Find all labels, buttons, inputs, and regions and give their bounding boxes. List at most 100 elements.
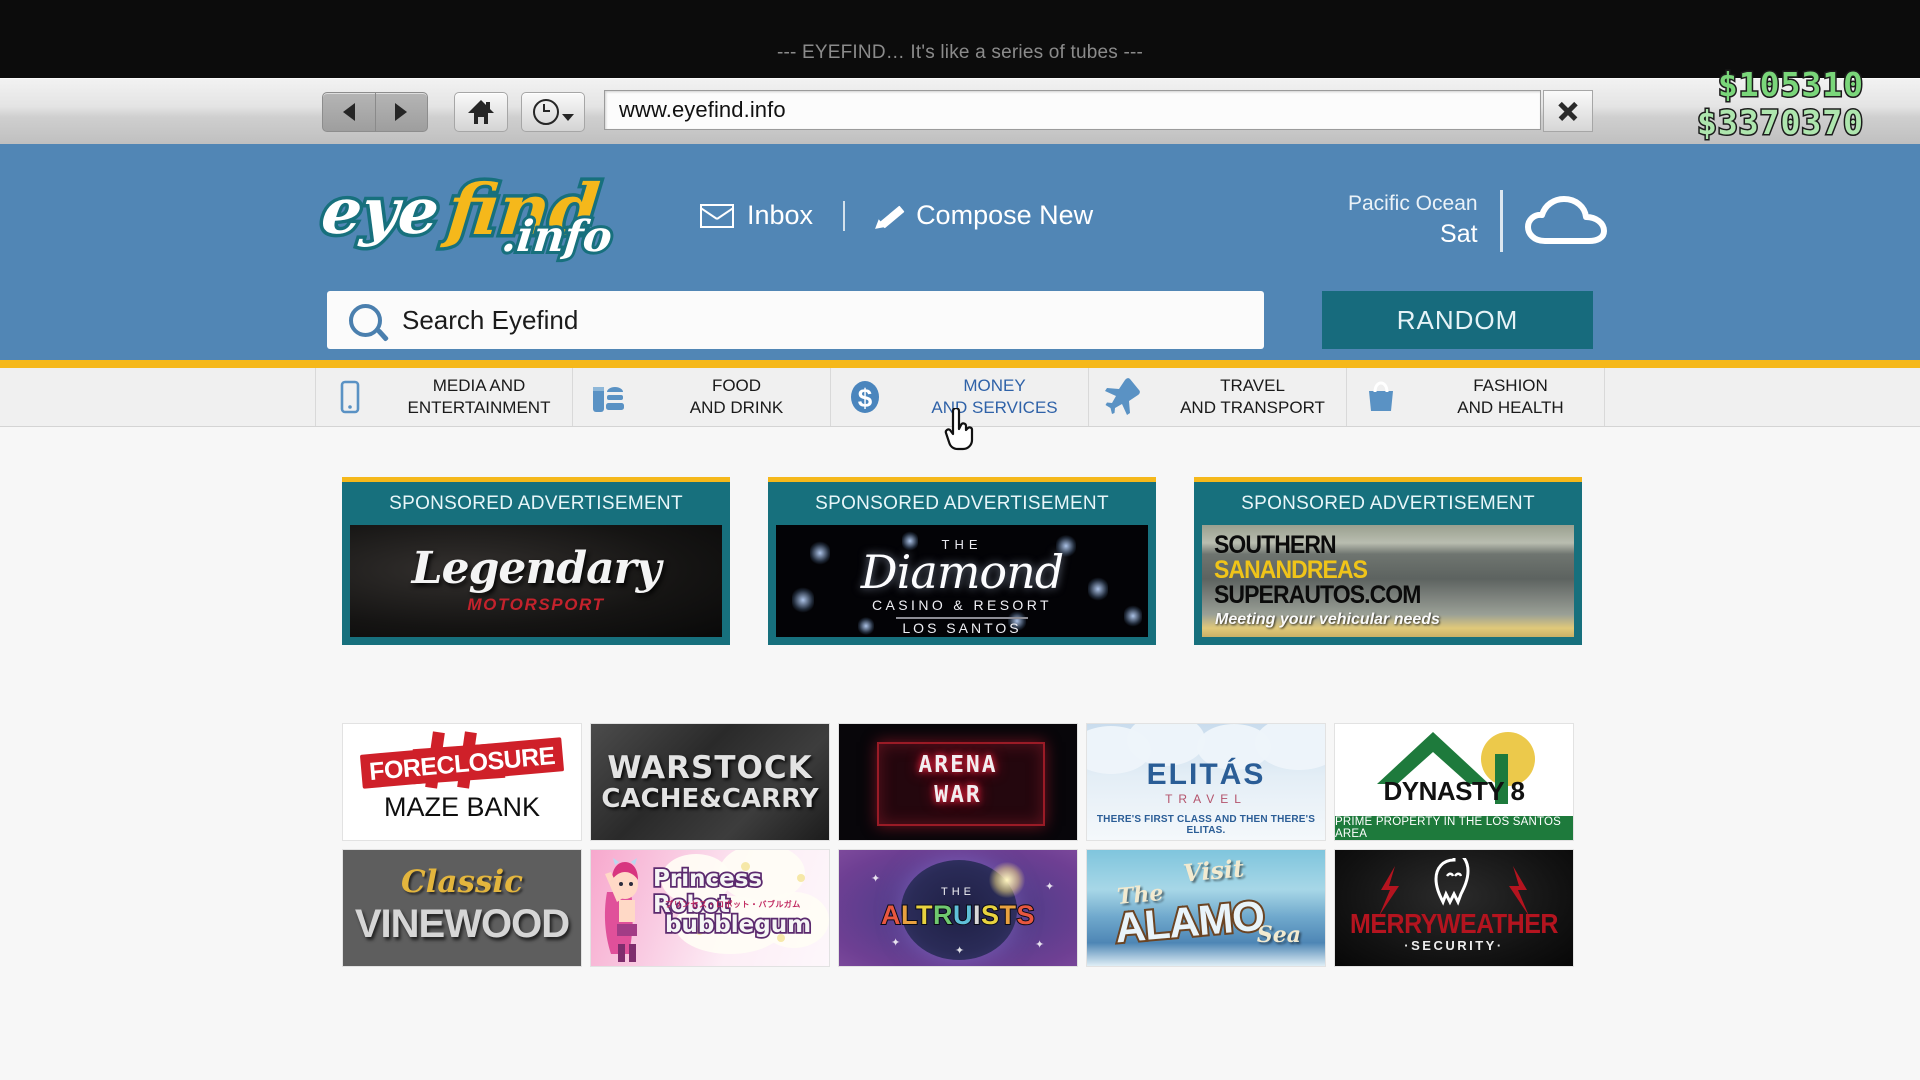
search-input[interactable]: Search Eyefind [327,291,1264,349]
ad-subtitle: MOTORSPORT [467,595,605,614]
tile-title: ALTRUISTS [880,899,1036,931]
category-label: TRAVEL AND TRANSPORT [1180,376,1325,417]
logo-text-info: .info [496,209,617,265]
close-x-icon [1557,100,1579,122]
tile-subtitle: TRAVEL [1165,792,1247,806]
back-button[interactable] [323,93,375,131]
page-content: SPONSORED ADVERTISEMENT Legendary MOTORS… [0,427,1920,1080]
category-media-and-entertainment[interactable]: MEDIA AND ENTERTAINMENT [315,368,573,426]
tile-line2: CACHE&CARRY [601,784,819,814]
browser-toolbar: www.eyefind.info [0,78,1920,146]
ad-divider [896,617,1028,619]
tile-title: MAZE BANK [383,792,541,822]
tile-line1: Princess Robot [651,864,764,920]
tile-princess-robot-bubblegum[interactable]: Princess Robot プリンセス・ロボット・バブルガム bubblegu… [590,849,830,967]
window-title-strip: --- EYEFIND… It's like a series of tubes… [0,0,1920,78]
tile-dynasty-8-real-estate[interactable]: DYNASTY 8 PRIME PROPERTY IN THE LOS SANT… [1334,723,1574,841]
window-tagline: --- EYEFIND… It's like a series of tubes… [776,42,1144,63]
ad-title: Diamond [860,545,1064,599]
category-label: MEDIA AND ENTERTAINMENT [407,376,551,417]
tile-line1: ARENA [918,752,998,778]
category-food-and-drink[interactable]: FOOD AND DRINK [573,368,831,426]
bag-icon [1361,377,1401,417]
dollar-icon: $ [845,377,885,417]
airplane-icon [1103,377,1143,417]
tile-warstock-cache-and-carry[interactable]: WARSTOCK CACHE&CARRY [590,723,830,841]
svg-text:$: $ [858,383,873,413]
inbox-link[interactable]: Inbox [700,200,813,231]
game-browser-screen: --- EYEFIND… It's like a series of tubes… [0,0,1920,1080]
tile-title: MERRYWEATHER [1350,908,1558,940]
ad-title: Legendary [411,543,662,594]
eyefind-logo[interactable]: eye find .info [315,165,618,266]
weather-divider [1499,190,1503,253]
header-links: Inbox Compose New [700,200,1093,231]
navigation-buttons [322,92,428,132]
ad-tagline: Meeting your vehicular needs [1215,611,1440,628]
category-fashion-and-health[interactable]: FASHION AND HEALTH [1347,368,1605,426]
site-tiles-grid: FORECLOSURE MAZE BANK WARSTOCK CACHE&CAR… [342,723,1574,967]
forward-button[interactable] [374,93,428,131]
eagle-icon [1423,850,1485,910]
category-label: FASHION AND HEALTH [1457,376,1564,417]
cloud-icon [1524,195,1607,247]
phone-icon [330,377,370,417]
compose-new-label: Compose New [916,200,1094,230]
ad-label: SPONSORED ADVERTISEMENT [1241,493,1535,514]
tile-visit-the-alamo-sea[interactable]: Visit The ALAMO Sea [1086,849,1326,967]
pencil-icon [875,203,903,229]
category-money-and-services[interactable]: $ MONEY AND SERVICES [831,368,1089,426]
home-button[interactable] [454,92,508,132]
compose-new-link[interactable]: Compose New [875,200,1093,231]
ad-legendary-motorsport[interactable]: SPONSORED ADVERTISEMENT Legendary MOTORS… [342,477,730,645]
url-input[interactable]: www.eyefind.info [604,90,1541,130]
close-button[interactable] [1543,90,1593,132]
tile-line1: WARSTOCK [607,750,813,786]
ad-city: LOS SANTOS [902,620,1022,636]
tile-title: DYNASTY 8 [1383,776,1525,806]
chevron-down-icon [561,113,574,121]
weather-location: Pacific Ocean [1348,192,1478,215]
tile-maze-bank-foreclosures[interactable]: FORECLOSURE MAZE BANK [342,723,582,841]
links-divider [843,200,846,231]
tile-tagline: PRIME PROPERTY IN THE LOS SANTOS AREA [1335,816,1573,840]
tile-merryweather-security[interactable]: MERRYWEATHER ·SECURITY· [1334,849,1574,967]
weather-day: Sat [1440,220,1478,249]
money-hud: $105310 $3370370 [1696,65,1865,142]
weather-widget: Pacific Ocean Sat [1348,190,1607,253]
ad-diamond-casino[interactable]: SPONSORED ADVERTISEMENT THE Diamond CASI… [768,477,1156,645]
history-button[interactable] [521,92,585,132]
ad-image: SOUTHERN SANANDREAS SUPERAUTOS.COM Meeti… [1202,525,1574,637]
category-travel-and-transport[interactable]: TRAVEL AND TRANSPORT [1089,368,1347,426]
ad-label: SPONSORED ADVERTISEMENT [389,493,683,514]
tile-subtitle: ·SECURITY· [1404,938,1504,953]
tile-line2: VINEWOOD [354,902,570,946]
category-label: MONEY AND SERVICES [931,376,1058,417]
home-icon [468,100,494,124]
money-primary: $105310 [1716,65,1864,104]
tile-arena-war[interactable]: ARENA WAR [838,723,1078,841]
clock-history-icon [532,99,559,125]
category-label: FOOD AND DRINK [689,376,784,417]
tile-elitas-travel[interactable]: ELITÁS TRAVEL THERE'S FIRST CLASS AND TH… [1086,723,1326,841]
anime-character-art [599,858,655,962]
tile-japanese-text: プリンセス・ロボット・バブルガム [665,900,801,909]
logo-text-eye: eye [315,171,447,252]
ad-subtitle: CASINO & RESORT [872,597,1052,613]
tile-tagline: THERE'S FIRST CLASS AND THEN THERE'S ELI… [1096,814,1316,836]
money-secondary: $3370370 [1696,103,1865,142]
ad-line3: SUPERAUTOS.COM [1214,581,1421,609]
tile-line2: bubblegum [663,910,813,940]
random-button[interactable]: RANDOM [1322,291,1593,349]
tile-line2: WAR [934,782,982,808]
category-nav: MEDIA AND ENTERTAINMENT FOOD AND DRINK $… [0,368,1920,427]
tile-classic-vinewood[interactable]: Classic VINEWOOD [342,849,582,967]
drink-icon [587,377,627,417]
ad-image: THE Diamond CASINO & RESORT LOS SANTOS [776,525,1148,637]
tile-line3: Sea [1256,922,1301,948]
ad-southern-san-andreas-super-autos[interactable]: SPONSORED ADVERTISEMENT SOUTHERN SANANDR… [1194,477,1582,645]
tile-the-altruists[interactable]: ✦ ✦ ✦ ✦ ✦ THE ALTRUISTS [838,849,1078,967]
accent-rule [0,360,1920,368]
sponsored-ads-row: SPONSORED ADVERTISEMENT Legendary MOTORS… [342,477,1582,645]
back-arrow-icon [342,103,355,121]
